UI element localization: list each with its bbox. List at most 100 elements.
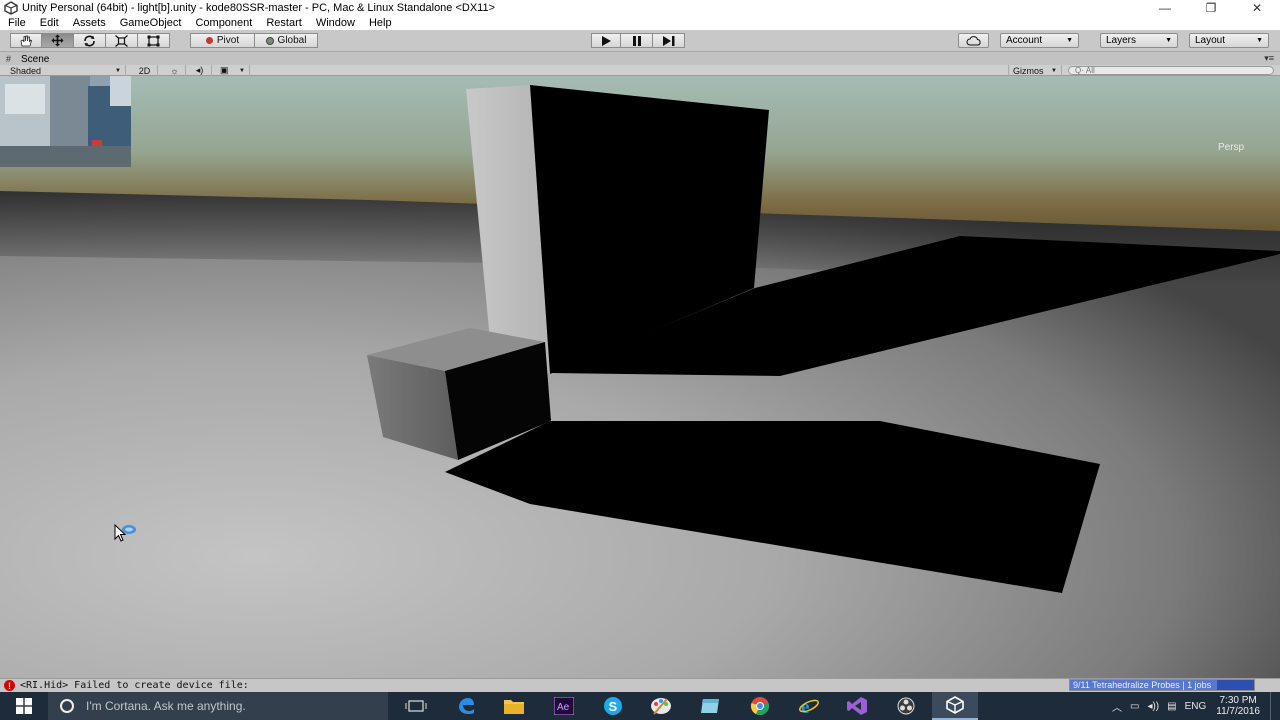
menu-assets[interactable]: Assets xyxy=(65,16,112,30)
chevron-down-icon: ▼ xyxy=(1066,37,1073,44)
main-toolbar: Pivot Global Account ▼ Layers ▼ Layout ▼ xyxy=(0,30,1280,52)
hand-tool-button[interactable] xyxy=(10,33,42,48)
persp-label[interactable]: Persp xyxy=(1218,142,1244,153)
svg-text:Ae: Ae xyxy=(557,702,570,713)
pause-button[interactable] xyxy=(621,33,653,48)
windows-taskbar: I'm Cortana. Ask me anything. Ae S e ︿ ▭… xyxy=(0,692,1280,720)
visual-studio-icon xyxy=(847,697,867,715)
network-icon[interactable]: ▭ xyxy=(1130,701,1139,712)
notepad-icon xyxy=(701,699,719,713)
taskbar-unity-hub[interactable] xyxy=(883,692,929,720)
camera-preview-thumbnail xyxy=(0,76,131,167)
taskbar-paint[interactable] xyxy=(638,692,684,720)
taskbar-file-explorer[interactable] xyxy=(491,692,537,720)
menu-restart[interactable]: Restart xyxy=(258,16,307,30)
taskbar-task-view[interactable] xyxy=(393,692,439,720)
shading-mode-label: Shaded xyxy=(10,65,42,76)
mouse-cursor-icon xyxy=(114,524,136,542)
step-button[interactable] xyxy=(653,33,685,48)
play-icon xyxy=(602,35,611,46)
shading-mode-dropdown[interactable]: Shaded ▼ xyxy=(6,65,126,76)
scale-tool-button[interactable] xyxy=(106,33,138,48)
scene-tab-strip: # Scene ▾≡ xyxy=(0,53,1280,65)
taskbar-internet-explorer[interactable]: e xyxy=(786,692,832,720)
menu-window[interactable]: Window xyxy=(308,16,361,30)
tab-scene[interactable]: # Scene xyxy=(6,53,49,65)
folder-icon xyxy=(504,700,524,714)
pause-icon xyxy=(632,35,641,46)
action-center-icon[interactable]: ▤ xyxy=(1167,701,1176,712)
menu-bar: File Edit Assets GameObject Component Re… xyxy=(0,16,1280,30)
playback-controls xyxy=(591,33,685,48)
taskbar-visual-studio[interactable] xyxy=(834,692,880,720)
tab-options-icon[interactable]: ▾≡ xyxy=(1264,53,1274,64)
clock-date: 11/7/2016 xyxy=(1216,706,1260,717)
lighting-toggle[interactable]: ☼ xyxy=(164,65,186,76)
gizmos-dropdown[interactable]: Gizmos ▼ xyxy=(1008,65,1062,76)
taskbar-clock[interactable]: 7:30 PM 11/7/2016 xyxy=(1216,695,1260,717)
task-view-icon xyxy=(405,700,427,712)
2d-label: 2D xyxy=(138,65,151,76)
transform-tools xyxy=(10,33,170,48)
right-toolbar xyxy=(958,33,989,48)
rotate-tool-button[interactable] xyxy=(74,33,106,48)
window-titlebar: Unity Personal (64bit) - light[b].unity … xyxy=(0,0,1280,16)
taskbar-after-effects[interactable]: Ae xyxy=(541,692,587,720)
layout-group: Layout ▼ xyxy=(1189,33,1269,48)
volume-icon[interactable]: ◂)) xyxy=(1147,701,1159,712)
pivot-toggle[interactable]: Pivot xyxy=(190,33,255,48)
globe-icon xyxy=(265,36,274,45)
audio-toggle[interactable]: ◂) xyxy=(188,65,212,76)
search-placeholder: All xyxy=(1085,66,1095,75)
2d-toggle[interactable]: 2D xyxy=(132,65,158,76)
play-button[interactable] xyxy=(591,33,621,48)
sun-small-icon: ☼ xyxy=(170,65,179,76)
pivot-label: Pivot xyxy=(216,35,240,46)
show-hidden-icons[interactable]: ︿ xyxy=(1112,699,1122,714)
grid-icon: # xyxy=(6,54,12,64)
layers-dropdown[interactable]: Layers ▼ xyxy=(1100,33,1178,48)
rect-tool-button[interactable] xyxy=(138,33,170,48)
cortana-search-box[interactable]: I'm Cortana. Ask me anything. xyxy=(48,692,388,720)
input-language[interactable]: ENG xyxy=(1185,701,1207,712)
scene-viewport[interactable]: Persp xyxy=(0,76,1280,678)
layout-dropdown[interactable]: Layout ▼ xyxy=(1189,33,1269,48)
menu-edit[interactable]: Edit xyxy=(32,16,65,30)
minimize-button[interactable]: — xyxy=(1142,0,1188,16)
chrome-icon xyxy=(750,697,770,716)
notifications-icon[interactable] xyxy=(1270,692,1280,720)
menu-gameobject[interactable]: GameObject xyxy=(112,16,188,30)
layers-group: Layers ▼ xyxy=(1100,33,1178,48)
start-button[interactable] xyxy=(0,692,48,720)
taskbar-edge[interactable] xyxy=(443,692,489,720)
search-icon: Q· xyxy=(1075,66,1084,75)
cloud-button[interactable] xyxy=(958,33,989,48)
effects-dropdown[interactable]: ▣ ▼ xyxy=(216,65,250,76)
paint-palette-icon xyxy=(651,698,671,715)
taskbar-unity[interactable] xyxy=(932,692,978,720)
scene-toolbar: Shaded ▼ 2D ☼ ◂) ▣ ▼ Gizmos ▼ Q· All xyxy=(0,65,1280,76)
chevron-down-icon: ▼ xyxy=(1165,37,1172,44)
taskbar-notepad[interactable] xyxy=(687,692,733,720)
menu-file[interactable]: File xyxy=(0,16,32,30)
menu-component[interactable]: Component xyxy=(187,16,258,30)
move-icon xyxy=(51,34,64,47)
after-effects-icon: Ae xyxy=(554,697,574,715)
taskbar-skype[interactable]: S xyxy=(590,692,636,720)
console-message[interactable]: <RI.Hid> Failed to create device file: xyxy=(20,680,249,691)
account-group: Account ▼ xyxy=(1000,33,1079,48)
close-button[interactable]: ✕ xyxy=(1234,0,1280,16)
hand-icon xyxy=(20,35,32,46)
maximize-button[interactable]: ❐ xyxy=(1188,0,1234,16)
scene-search-input[interactable]: Q· All xyxy=(1068,66,1274,75)
taskbar-chrome[interactable] xyxy=(737,692,783,720)
menu-help[interactable]: Help xyxy=(361,16,398,30)
move-tool-button[interactable] xyxy=(42,33,74,48)
global-toggle[interactable]: Global xyxy=(255,33,318,48)
layout-label: Layout xyxy=(1195,35,1226,46)
cortana-placeholder: I'm Cortana. Ask me anything. xyxy=(86,699,246,713)
account-dropdown[interactable]: Account ▼ xyxy=(1000,33,1079,48)
pivot-icon xyxy=(205,37,213,44)
error-icon: ! xyxy=(4,680,15,691)
internet-explorer-icon: e xyxy=(799,697,819,716)
